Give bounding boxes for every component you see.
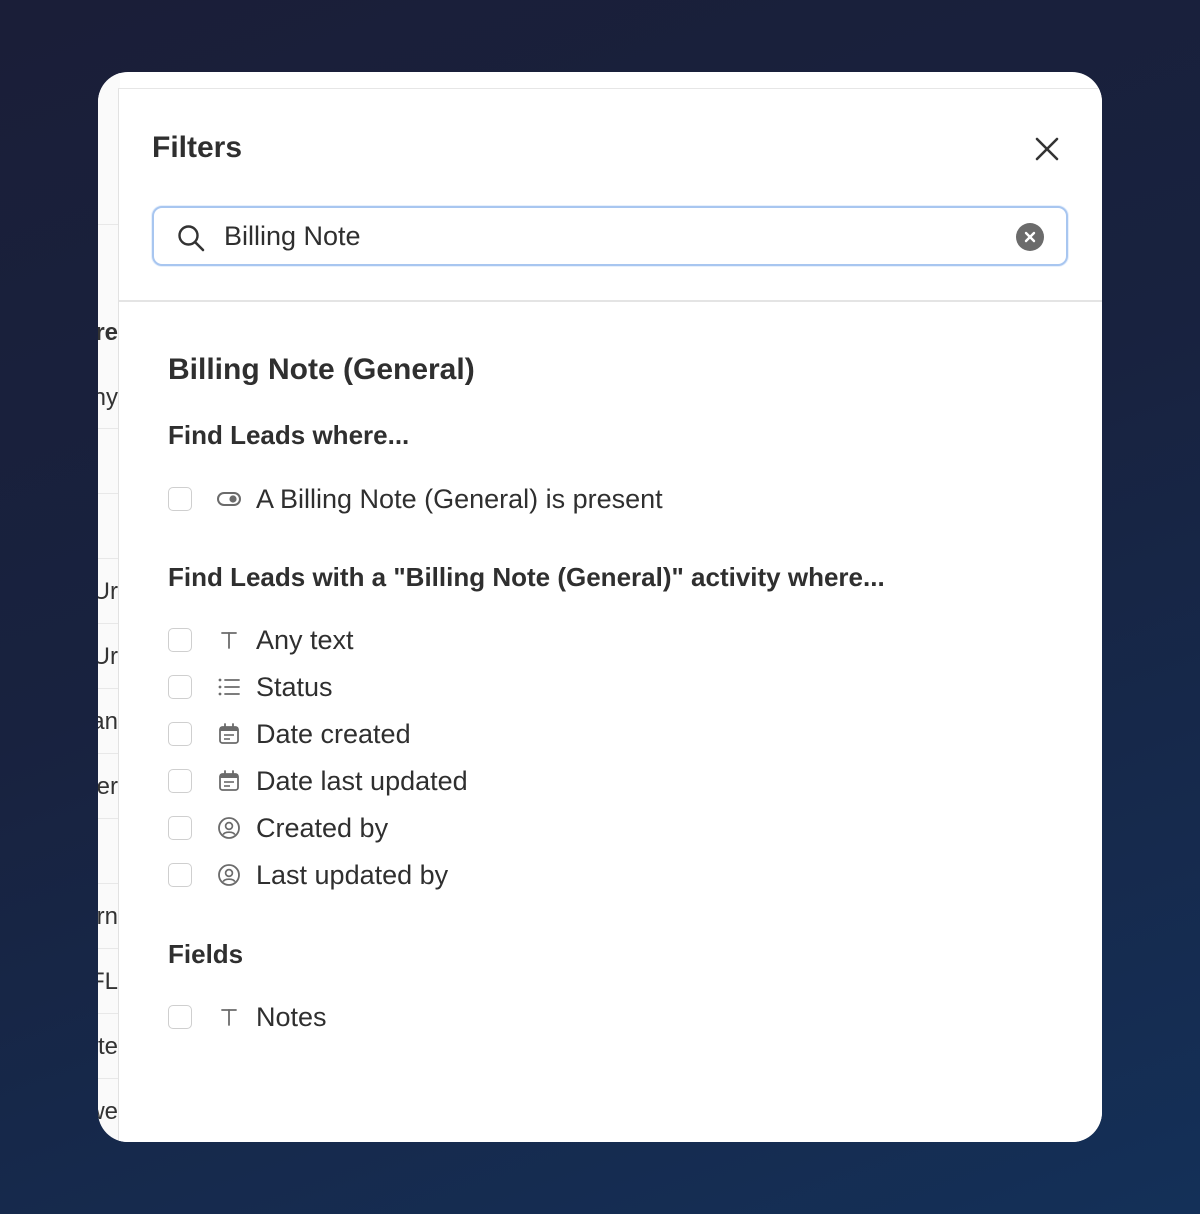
- list-icon: [216, 674, 242, 700]
- text-icon: [216, 627, 242, 653]
- header-divider: [119, 300, 1102, 302]
- filter-option-is-present[interactable]: A Billing Note (General) is present: [168, 482, 663, 516]
- filter-option-any-text[interactable]: Any text: [168, 623, 354, 657]
- filter-option-label: Notes: [256, 1001, 327, 1032]
- filter-option-label: Date last updated: [256, 765, 468, 796]
- filter-option-label: Last updated by: [256, 859, 449, 890]
- table-cell: an: [98, 708, 118, 735]
- table-cell: ny: [98, 384, 118, 411]
- checkbox[interactable]: [168, 722, 192, 746]
- checkbox[interactable]: [168, 487, 192, 511]
- table-row-divider: [98, 224, 120, 225]
- checkbox[interactable]: [168, 816, 192, 840]
- filter-option-label: Status: [256, 671, 333, 702]
- table-row-divider: [98, 493, 120, 494]
- filter-option-status[interactable]: Status: [168, 670, 333, 704]
- calendar-icon: [216, 768, 242, 794]
- search-input[interactable]: [224, 218, 984, 254]
- table-row-divider: [98, 948, 120, 949]
- search-box[interactable]: [152, 206, 1068, 266]
- user-circle-icon: [216, 862, 242, 888]
- filters-panel: Filters Billing Note (General) F: [118, 88, 1102, 1142]
- table-row-divider: [98, 753, 120, 754]
- checkbox[interactable]: [168, 675, 192, 699]
- table-row-divider: [98, 428, 120, 429]
- filters-window: re ny Ur Ur an er rn FL te we Filters: [98, 72, 1102, 1142]
- table-header-cell: re: [98, 319, 118, 346]
- panel-title: Filters: [152, 131, 243, 164]
- checkbox[interactable]: [168, 769, 192, 793]
- user-circle-icon: [216, 815, 242, 841]
- toggle-icon: [216, 486, 242, 512]
- filter-option-created-by[interactable]: Created by: [168, 811, 388, 845]
- table-row-divider: [98, 688, 120, 689]
- table-cell: rn: [98, 903, 118, 930]
- table-cell: Ur: [98, 578, 118, 605]
- filter-option-date-last-updated[interactable]: Date last updated: [168, 764, 468, 798]
- close-button[interactable]: [1032, 134, 1062, 164]
- group-heading-presence: Find Leads where...: [168, 420, 410, 450]
- filter-option-date-created[interactable]: Date created: [168, 717, 411, 751]
- clear-icon: [1024, 231, 1036, 243]
- table-row-divider: [98, 1013, 120, 1014]
- checkbox[interactable]: [168, 628, 192, 652]
- group-heading-activity: Find Leads with a "Billing Note (General…: [168, 562, 885, 592]
- filter-option-last-updated-by[interactable]: Last updated by: [168, 858, 448, 892]
- table-row-divider: [98, 883, 120, 884]
- table-row-divider: [98, 623, 120, 624]
- table-row-divider: [98, 818, 120, 819]
- filter-option-notes[interactable]: Notes: [168, 1000, 327, 1034]
- table-cell: FL: [98, 968, 118, 995]
- filter-option-label: Any text: [256, 624, 354, 655]
- checkbox[interactable]: [168, 863, 192, 887]
- table-row-divider: [98, 558, 120, 559]
- table-cell: er: [98, 773, 118, 800]
- text-icon: [216, 1004, 242, 1030]
- clear-search-button[interactable]: [1016, 223, 1044, 251]
- section-title: Billing Note (General): [168, 353, 475, 386]
- table-row-divider: [98, 1078, 120, 1079]
- table-cell: we: [98, 1098, 118, 1125]
- background-table: re ny Ur Ur an er rn FL te we: [98, 72, 120, 1142]
- checkbox[interactable]: [168, 1005, 192, 1029]
- filter-option-label: Date created: [256, 718, 411, 749]
- group-heading-fields: Fields: [168, 939, 244, 969]
- table-cell: te: [98, 1033, 118, 1060]
- calendar-icon: [216, 721, 242, 747]
- filter-option-label: Created by: [256, 812, 389, 843]
- search-icon: [178, 225, 205, 252]
- table-cell: Ur: [98, 643, 118, 670]
- filter-option-label: A Billing Note (General) is present: [256, 483, 663, 514]
- close-icon: [1035, 137, 1059, 161]
